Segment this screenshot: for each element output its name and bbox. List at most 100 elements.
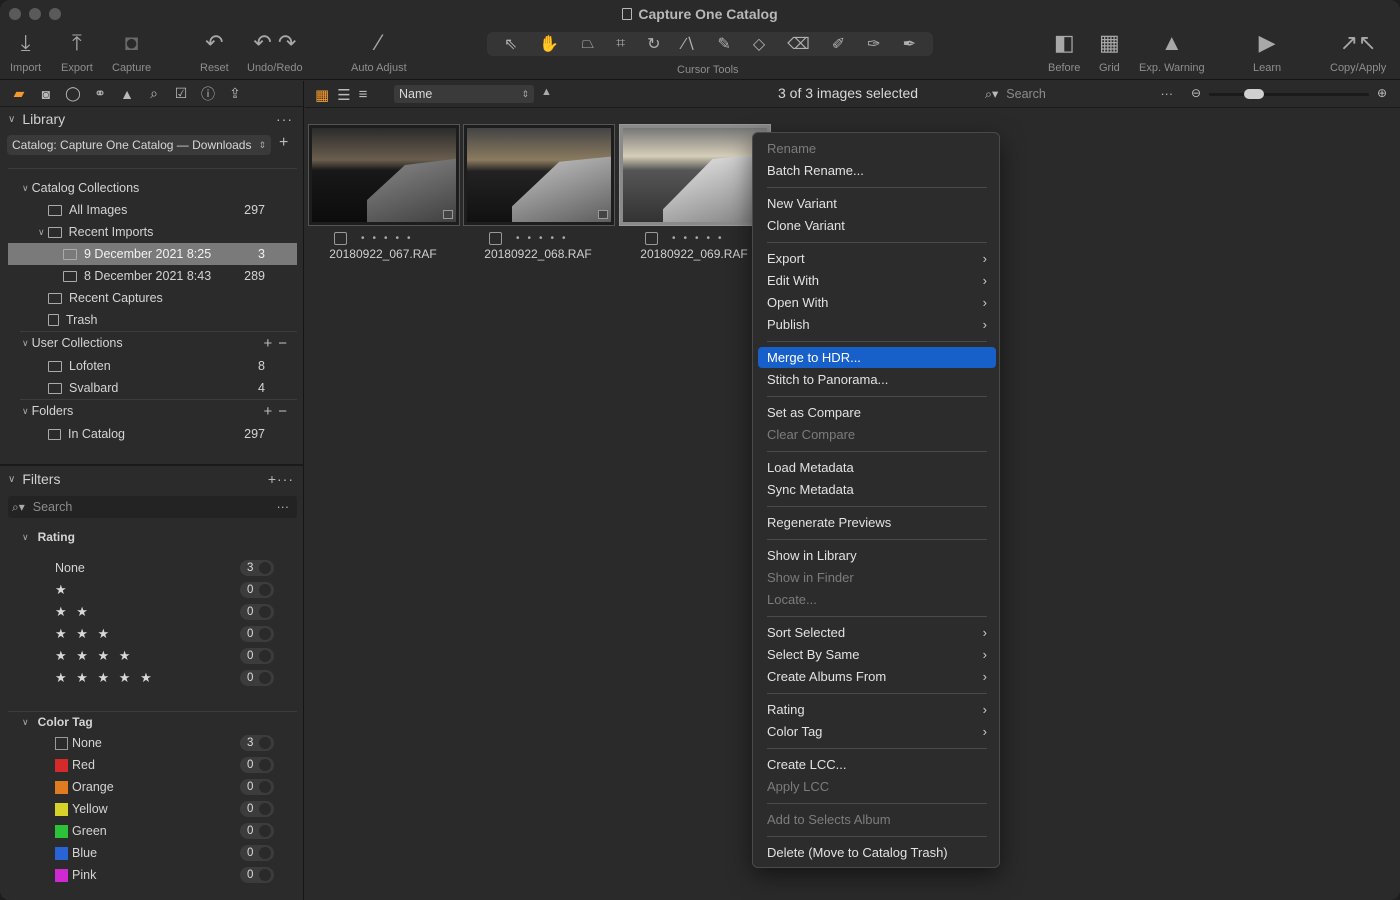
menu-item-delete[interactable]: Delete (Move to Catalog Trash) xyxy=(758,842,996,863)
before-button[interactable]: ◧ Before xyxy=(1048,30,1080,74)
menu-item-new-variant[interactable]: New Variant xyxy=(758,193,996,214)
menu-item-publish[interactable]: Publish › xyxy=(758,314,996,335)
exposure-tab-icon[interactable]: ▲ xyxy=(118,86,136,102)
filter-count-badge[interactable]: 3 xyxy=(240,735,274,751)
filter-count-badge[interactable]: 0 xyxy=(240,801,274,817)
color-tag-filter-row[interactable]: Yellow 0 xyxy=(55,799,275,819)
import-8-december[interactable]: 8 December 2021 8:43 289 xyxy=(8,265,297,287)
sort-select[interactable]: Name ⇕ xyxy=(394,85,534,103)
filters-section-header[interactable]: ∨ Filters +··· xyxy=(0,467,304,491)
import-button[interactable]: ⤓ Import xyxy=(10,30,41,74)
menu-item-export[interactable]: Export › xyxy=(758,248,996,269)
menu-item-create-albums-from[interactable]: Create Albums From › xyxy=(758,666,996,687)
straighten-icon[interactable]: ∕∖ xyxy=(683,34,696,54)
more-options-icon[interactable]: ··· xyxy=(1161,87,1174,101)
eraser-mask-icon[interactable]: ◇ xyxy=(753,34,765,54)
minimize-window-button[interactable] xyxy=(29,8,41,20)
filter-count-badge[interactable]: 3 xyxy=(240,560,274,576)
menu-item-apply-lcc[interactable]: Apply LCC xyxy=(758,776,996,797)
menu-item-show-in-library[interactable]: Show in Library xyxy=(758,545,996,566)
rating-filter-row[interactable]: ★ ★ ★ ★ ★ 0 xyxy=(55,668,275,688)
menu-item-create-lcc[interactable]: Create LCC... xyxy=(758,754,996,775)
menu-item-show-in-finder[interactable]: Show in Finder xyxy=(758,567,996,588)
collection-all-images[interactable]: All Images 297 xyxy=(8,199,297,221)
details-view-icon[interactable]: ≡ xyxy=(359,86,368,104)
slider-knob[interactable] xyxy=(1244,89,1264,99)
select-checkbox[interactable] xyxy=(645,231,658,245)
rating-dots[interactable]: ••••• xyxy=(516,233,574,244)
keystone-icon[interactable]: ⏢ xyxy=(581,35,594,53)
filter-count-badge[interactable]: 0 xyxy=(240,757,274,773)
color-tag-filter-row[interactable]: Orange 0 xyxy=(55,777,275,797)
select-checkbox[interactable] xyxy=(334,231,347,245)
filter-count-badge[interactable]: 0 xyxy=(240,867,274,883)
rating-dots[interactable]: ••••• xyxy=(361,233,419,244)
menu-item-batch-rename[interactable]: Batch Rename... xyxy=(758,160,996,181)
brush-icon[interactable]: ✎ xyxy=(717,34,730,54)
reset-button[interactable]: ↶ Reset xyxy=(200,30,229,74)
menu-item-edit-with[interactable]: Edit With › xyxy=(758,270,996,291)
rating-dots[interactable]: ••••• xyxy=(672,233,730,244)
color-tag-filter-row[interactable]: Red 0 xyxy=(55,755,275,775)
undo-redo-button[interactable]: ↶ ↷ Undo/Redo xyxy=(247,30,303,74)
filters-search-input[interactable]: ⌕▾ Search ··· xyxy=(8,496,297,518)
thumbnail[interactable] xyxy=(463,124,615,226)
filter-count-badge[interactable]: 0 xyxy=(240,604,274,620)
eraser-icon[interactable]: ⌫ xyxy=(787,34,810,54)
thumbnail[interactable] xyxy=(308,124,460,226)
catalog-select[interactable]: Catalog: Capture One Catalog — Downloads… xyxy=(7,135,271,155)
copy-apply-button[interactable]: ↗↖ Copy/Apply xyxy=(1330,30,1386,74)
menu-item-rating[interactable]: Rating › xyxy=(758,699,996,720)
add-catalog-icon[interactable]: + xyxy=(279,134,288,152)
picker-icon[interactable]: ✐ xyxy=(832,34,845,54)
adjustments-tab-icon[interactable]: ☑ xyxy=(172,85,190,102)
more-options-icon[interactable]: ··· xyxy=(277,500,290,514)
list-view-icon[interactable]: ☰ xyxy=(337,86,350,104)
grid-view-icon[interactable]: ▦ xyxy=(315,86,329,104)
filter-count-badge[interactable]: 0 xyxy=(240,845,274,861)
exposure-warning-button[interactable]: ▲ Exp. Warning xyxy=(1139,30,1205,74)
color-tag-filter-row[interactable]: Blue 0 xyxy=(55,843,275,863)
learn-button[interactable]: ▶ Learn xyxy=(1253,30,1281,74)
zoom-out-icon[interactable]: ⊖ xyxy=(1191,86,1201,100)
menu-item-rename[interactable]: Rename xyxy=(758,138,996,159)
capture-tab-camera-icon[interactable]: ◙ xyxy=(37,86,55,102)
menu-item-sync-metadata[interactable]: Sync Metadata xyxy=(758,479,996,500)
pan-hand-icon[interactable]: ✋ xyxy=(539,34,559,54)
auto-adjust-button[interactable]: ⁄ Auto Adjust xyxy=(351,30,407,74)
library-tab-folder-icon[interactable]: ▰ xyxy=(10,85,28,102)
metadata-tab-info-icon[interactable]: ⓘ xyxy=(199,84,217,104)
export-button[interactable]: ⤒ Export xyxy=(61,30,93,74)
rating-filter-row[interactable]: ★ ★ 0 xyxy=(55,602,275,622)
select-cursor-icon[interactable]: ⇖ xyxy=(504,34,517,54)
user-collection-lofoten[interactable]: Lofoten 8 xyxy=(8,355,297,377)
rating-filter-row[interactable]: ★ 0 xyxy=(55,580,275,600)
sort-ascending-icon[interactable]: ▲ xyxy=(541,86,552,98)
grid-button[interactable]: ▦ Grid xyxy=(1099,30,1120,74)
menu-item-open-with[interactable]: Open With › xyxy=(758,292,996,313)
color-tag-filter-row[interactable]: None 3 xyxy=(55,733,275,753)
zoom-in-icon[interactable]: ⊕ xyxy=(1377,86,1387,100)
zoom-window-button[interactable] xyxy=(49,8,61,20)
rating-filter-row[interactable]: ★ ★ ★ 0 xyxy=(55,624,275,644)
collection-trash[interactable]: Trash xyxy=(8,309,297,331)
menu-item-select-by-same[interactable]: Select By Same › xyxy=(758,644,996,665)
filter-count-badge[interactable]: 0 xyxy=(240,582,274,598)
user-collection-svalbard[interactable]: Svalbard 4 xyxy=(8,377,297,399)
menu-item-regenerate-previews[interactable]: Regenerate Previews xyxy=(758,512,996,533)
menu-item-clear-compare[interactable]: Clear Compare xyxy=(758,424,996,445)
output-tab-upload-icon[interactable]: ⇪ xyxy=(226,85,244,102)
rating-filter-row[interactable]: ★ ★ ★ ★ 0 xyxy=(55,646,275,666)
import-9-december[interactable]: 9 December 2021 8:25 3 xyxy=(8,243,297,265)
color-tab-icon[interactable]: ⚭ xyxy=(91,85,109,102)
folders-group[interactable]: ∨ Folders +− xyxy=(22,400,297,422)
folder-in-catalog[interactable]: In Catalog 297 xyxy=(8,423,297,445)
filter-count-badge[interactable]: 0 xyxy=(240,670,274,686)
thumbnail-size-slider[interactable]: ⊖ ⊕ xyxy=(1189,86,1389,102)
color-tag-filter-header[interactable]: ∨ Color Tag xyxy=(22,711,297,733)
select-checkbox[interactable] xyxy=(489,231,502,245)
menu-item-set-as-compare[interactable]: Set as Compare xyxy=(758,402,996,423)
user-collections-group[interactable]: ∨ User Collections +− xyxy=(22,332,297,354)
lens-tab-circle-icon[interactable]: ◯ xyxy=(64,85,82,102)
rotate-icon[interactable]: ↻ xyxy=(647,34,660,54)
